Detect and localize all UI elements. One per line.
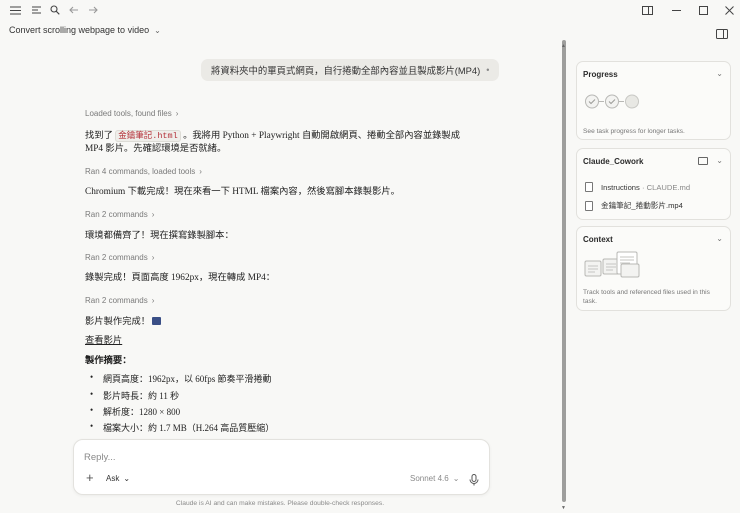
microphone-icon[interactable] (469, 473, 479, 486)
chevron-down-icon[interactable]: ⌄ (716, 156, 723, 165)
message-text: 影片製作完成！ (85, 317, 151, 327)
model-selector[interactable]: Sonnet 4.6 ⌄ (410, 474, 459, 483)
minimize-icon[interactable] (667, 2, 685, 18)
assistant-message-4: 錄製完成！頁面高度 1962px，現在轉成 MP4： (85, 273, 276, 283)
disclaimer: Claude is AI and can make mistakes. Plea… (175, 500, 385, 507)
right-panel-toggle-icon[interactable] (716, 26, 730, 39)
chevron-right-icon: › (151, 253, 155, 262)
progress-note: See task progress for longer tasks. (583, 128, 685, 135)
user-message-text: 將資料夾中的單頁式網頁，自行捲動全部內容並且製成影片(MP4) (211, 65, 481, 76)
file-row-video[interactable]: 金鑰筆記_捲動影片.mp4 (585, 200, 683, 211)
plus-icon[interactable]: + (86, 471, 94, 484)
chevron-right-icon: › (175, 109, 179, 118)
tool-step-1[interactable]: Loaded tools, found files › (85, 109, 178, 118)
progress-title: Progress (583, 70, 618, 79)
sidebar-toggle-icon[interactable] (8, 3, 22, 17)
context-title: Context (583, 235, 613, 244)
context-note-line: task. (583, 298, 597, 305)
tool-step-4[interactable]: Ran 2 commands › (85, 253, 154, 262)
assistant-message-1: 找到了 金鑰筆記.html 。我將用 Python + Playwright 自… (85, 127, 460, 142)
reply-input[interactable]: Reply... (84, 452, 116, 463)
user-message-bubble: 將資料夾中的單頁式網頁，自行捲動全部內容並且製成影片(MP4) • (201, 59, 500, 81)
summary-item: 解析度：1280 × 800 (90, 405, 180, 418)
title-bar (0, 0, 740, 20)
document-icon (585, 182, 593, 192)
chevron-right-icon: › (151, 296, 155, 305)
chevron-down-icon[interactable]: ⌄ (716, 234, 723, 243)
context-panel: Context ⌄ Track tools and referenced fil… (576, 226, 731, 311)
message-status-dot: • (486, 65, 490, 75)
tool-step-label: Ran 2 commands (85, 296, 148, 305)
tool-step-label: Loaded tools, found files (85, 109, 172, 118)
chevron-down-icon: ⌄ (154, 25, 161, 35)
layout-icon[interactable] (638, 2, 656, 18)
file-name: 金鑰筆記_捲動影片.mp4 (601, 201, 683, 210)
file-name: Instructions (601, 182, 640, 192)
tool-step-label: Ran 4 commands, loaded tools (85, 167, 196, 176)
tool-step-5[interactable]: Ran 2 commands › (85, 296, 154, 305)
file-subtitle: · CLAUDE.md (641, 182, 691, 192)
folder-panel: Claude_Cowork ⌄ Instructions · CLAUDE.md… (576, 148, 731, 220)
forward-arrow-icon[interactable] (86, 3, 100, 17)
scroll-up-arrow-icon[interactable]: ▲ (561, 43, 566, 49)
assistant-message-2: Chromium 下載完成！現在來看一下 HTML 檔案內容，然後寫腳本錄製影片… (85, 187, 400, 197)
tool-step-3[interactable]: Ran 2 commands › (85, 210, 154, 219)
search-icon[interactable] (48, 3, 62, 17)
summary-item: 檔案大小：約 1.7 MB（H.264 高品質壓縮） (90, 421, 274, 434)
close-icon[interactable] (720, 2, 738, 18)
mode-selector[interactable]: Ask ⌄ (106, 474, 130, 483)
file-row-instructions[interactable]: Instructions · CLAUDE.md (585, 182, 690, 192)
document-icon (585, 200, 593, 211)
chevron-down-icon[interactable]: ⌄ (716, 69, 723, 78)
context-note: Track tools and referenced files used in… (583, 288, 710, 306)
assistant-message-1-line2: MP4 影片。先確認環境是否就緒。 (85, 144, 227, 154)
tool-step-2[interactable]: Ran 4 commands, loaded tools › (85, 167, 202, 176)
summary-item: 影片時長：約 11 秒 (90, 389, 179, 402)
composer: Reply... + Ask ⌄ Sonnet 4.6 ⌄ (73, 439, 490, 495)
folder-title: Claude_Cowork (583, 157, 644, 166)
progress-steps-icon (585, 94, 639, 109)
summary-item: 網頁高度：1962px，以 60fps 節奏平滑捲動 (90, 372, 272, 385)
summary-heading: 製作摘要： (85, 356, 132, 366)
view-video-link[interactable]: 查看影片 (85, 332, 122, 346)
chevron-right-icon: › (199, 167, 202, 176)
mode-label: Ask (106, 474, 120, 483)
scroll-down-arrow-icon[interactable]: ▼ (561, 505, 566, 511)
assistant-message-5: 影片製作完成！ (85, 313, 162, 327)
menu-icon[interactable] (29, 3, 43, 17)
back-arrow-icon[interactable] (67, 3, 81, 17)
clapper-icon (152, 317, 162, 325)
model-label: Sonnet 4.6 (410, 474, 449, 483)
conversation-title-dropdown[interactable]: Convert scrolling webpage to video ⌄ (9, 25, 161, 35)
chevron-down-icon: ⌄ (123, 474, 131, 483)
tool-step-label: Ran 2 commands (85, 253, 148, 262)
folder-icon[interactable] (698, 157, 708, 165)
chevron-down-icon: ⌄ (452, 474, 460, 483)
conversation-title: Convert scrolling webpage to video (9, 25, 150, 35)
chevron-right-icon: › (151, 210, 155, 219)
context-files-illustration (584, 251, 640, 278)
maximize-icon[interactable] (694, 2, 712, 18)
tool-step-label: Ran 2 commands (85, 210, 148, 219)
assistant-message-3: 環境都備齊了！現在撰寫錄製腳本： (85, 231, 234, 241)
progress-panel: Progress ⌄ See task progress for longer … (576, 61, 731, 140)
scrollbar-thumb[interactable] (562, 40, 566, 502)
context-note-line: Track tools and referenced files used in… (583, 289, 710, 296)
